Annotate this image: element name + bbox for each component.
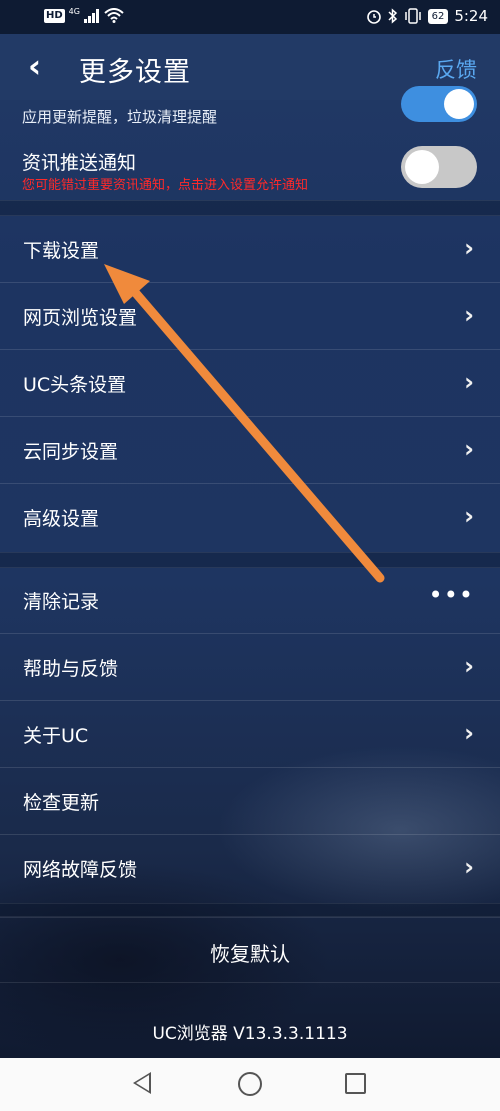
row-label: 网络故障反馈	[23, 859, 138, 881]
update-reminder-desc: 应用更新提醒，垃圾清理提醒	[22, 108, 218, 126]
nav-home-icon[interactable]	[238, 1072, 262, 1096]
section-divider	[0, 903, 500, 917]
row-label: 高级设置	[23, 508, 100, 530]
update-reminder-row[interactable]: 应用更新提醒，垃圾清理提醒	[0, 86, 500, 136]
row-label: UC头条设置	[23, 374, 127, 396]
cloud-sync-settings-row[interactable]: 云同步设置 ›	[0, 417, 500, 484]
advanced-settings-row[interactable]: 高级设置 ›	[0, 484, 500, 551]
chevron-right-icon: ›	[464, 652, 474, 680]
restore-defaults-button[interactable]: 恢复默认	[0, 917, 500, 983]
back-button[interactable]: ‹	[28, 50, 41, 82]
more-dots-icon: •••	[428, 581, 474, 609]
chevron-right-icon: ›	[464, 368, 474, 396]
restore-defaults-label: 恢复默认	[210, 942, 290, 966]
chevron-right-icon: ›	[464, 719, 474, 747]
clear-records-row[interactable]: 清除记录 •••	[0, 567, 500, 634]
row-label: 检查更新	[23, 792, 100, 814]
news-push-row[interactable]: 资讯推送通知 您可能错过重要资讯通知，点击进入设置允许通知	[0, 136, 500, 200]
chevron-right-icon: ›	[464, 435, 474, 463]
section-divider	[0, 200, 500, 216]
news-push-warning[interactable]: 您可能错过重要资讯通知，点击进入设置允许通知	[22, 174, 308, 193]
signal-icon	[83, 8, 99, 23]
feedback-link[interactable]: 反馈	[435, 54, 477, 84]
chevron-right-icon: ›	[464, 853, 474, 881]
version-text: UC浏览器 V13.3.3.1113	[152, 1024, 348, 1044]
uc-headlines-settings-row[interactable]: UC头条设置 ›	[0, 350, 500, 417]
battery-indicator: 62	[427, 8, 449, 24]
wifi-icon	[104, 8, 124, 23]
nav-recents-icon[interactable]	[345, 1073, 366, 1094]
chevron-right-icon: ›	[464, 502, 474, 530]
hd-badge: HD	[44, 8, 65, 23]
settings-list: 下载设置 › 网页浏览设置 › UC头条设置 › 云同步设置 › 高级设置 ›	[0, 216, 500, 551]
status-left: HD 4G	[44, 7, 124, 23]
chevron-right-icon: ›	[464, 234, 474, 262]
system-nav-bar	[0, 1058, 500, 1111]
clock: 5:24	[454, 7, 488, 25]
toggle-knob	[405, 150, 439, 184]
row-label: 云同步设置	[23, 441, 119, 463]
update-reminder-toggle[interactable]	[401, 86, 477, 122]
vibrate-icon	[404, 8, 421, 24]
alarm-icon	[366, 10, 381, 24]
status-bar: HD 4G 62 5:24	[0, 0, 500, 34]
about-uc-row[interactable]: 关于UC ›	[0, 701, 500, 768]
network-type: 4G	[68, 7, 80, 16]
news-push-title: 资讯推送通知	[22, 152, 137, 174]
row-label: 网页浏览设置	[23, 307, 138, 329]
nav-back-icon[interactable]	[133, 1072, 151, 1094]
row-label: 帮助与反馈	[23, 658, 119, 680]
bluetooth-icon	[388, 8, 397, 24]
web-browsing-settings-row[interactable]: 网页浏览设置 ›	[0, 283, 500, 350]
page-title: 更多设置	[79, 57, 191, 88]
help-feedback-row[interactable]: 帮助与反馈 ›	[0, 634, 500, 701]
screen: HD 4G 62 5:24 ‹ 更多设置 反馈 应用更新提醒，垃圾清理提醒 资讯…	[0, 0, 500, 1058]
section-divider	[0, 552, 500, 568]
network-fault-feedback-row[interactable]: 网络故障反馈 ›	[0, 835, 500, 902]
row-label: 关于UC	[23, 725, 89, 747]
misc-list: 清除记录 ••• 帮助与反馈 › 关于UC › 检查更新 网络故障反馈 ›	[0, 567, 500, 902]
news-push-toggle[interactable]	[401, 146, 477, 188]
check-update-row[interactable]: 检查更新	[0, 768, 500, 835]
row-label: 下载设置	[23, 240, 100, 262]
status-right: 62 5:24	[366, 7, 488, 25]
toggle-knob	[444, 89, 474, 119]
download-settings-row[interactable]: 下载设置 ›	[0, 216, 500, 283]
row-label: 清除记录	[23, 591, 100, 613]
chevron-right-icon: ›	[464, 301, 474, 329]
